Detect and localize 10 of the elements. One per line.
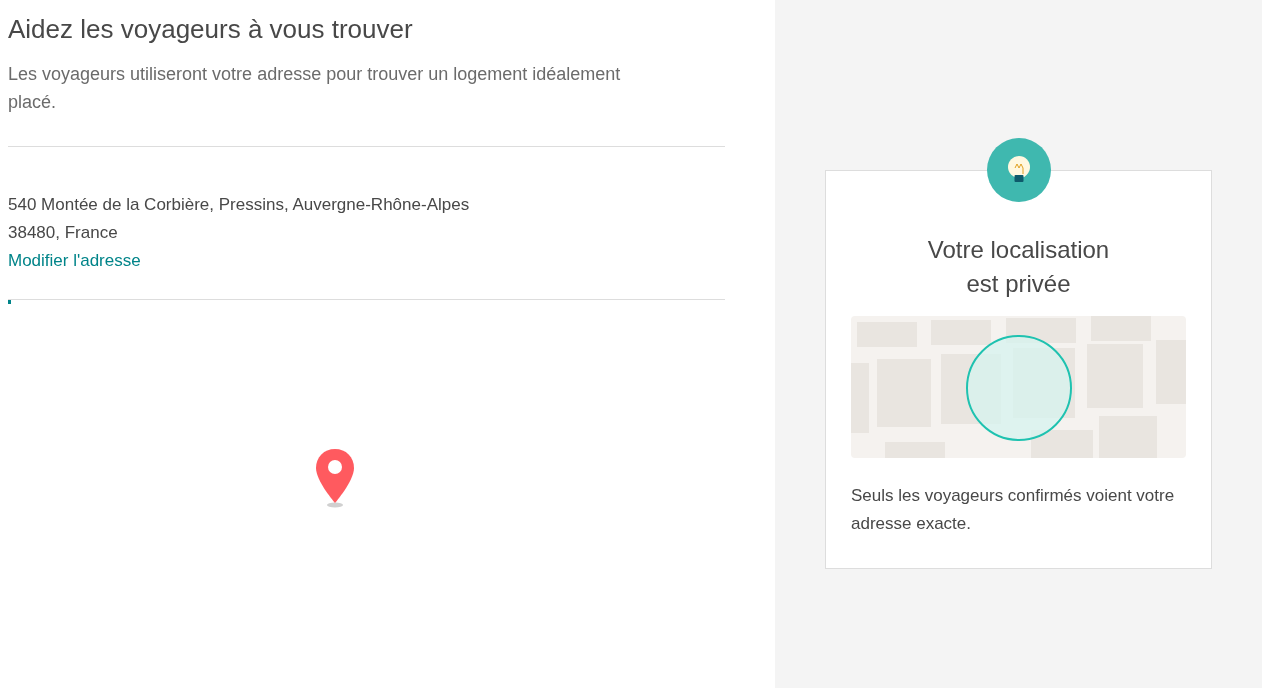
card-title: Votre localisation — [927, 235, 1110, 265]
card-text: Seuls les voyageurs confirmés voient votre adresse exacte. — [851, 485, 1176, 535]
address-text: 540 Montée de la Corbière, Pressins, Auvergne-Rhône-Alpes — [8, 194, 470, 216]
card-title: est privée — [966, 269, 1071, 299]
map-pin-icon — [313, 447, 356, 509]
edit-address-link[interactable]: Modifier l'adresse — [8, 247, 141, 275]
intro-text: Les voyageurs utiliseront votre adresse pour trouver un logement idéalement placé. — [8, 63, 622, 114]
page-heading: Aidez les voyageurs à vous trouver — [8, 13, 414, 46]
lightbulb-icon — [987, 138, 1051, 202]
address-text: 38480, France — [8, 222, 118, 244]
